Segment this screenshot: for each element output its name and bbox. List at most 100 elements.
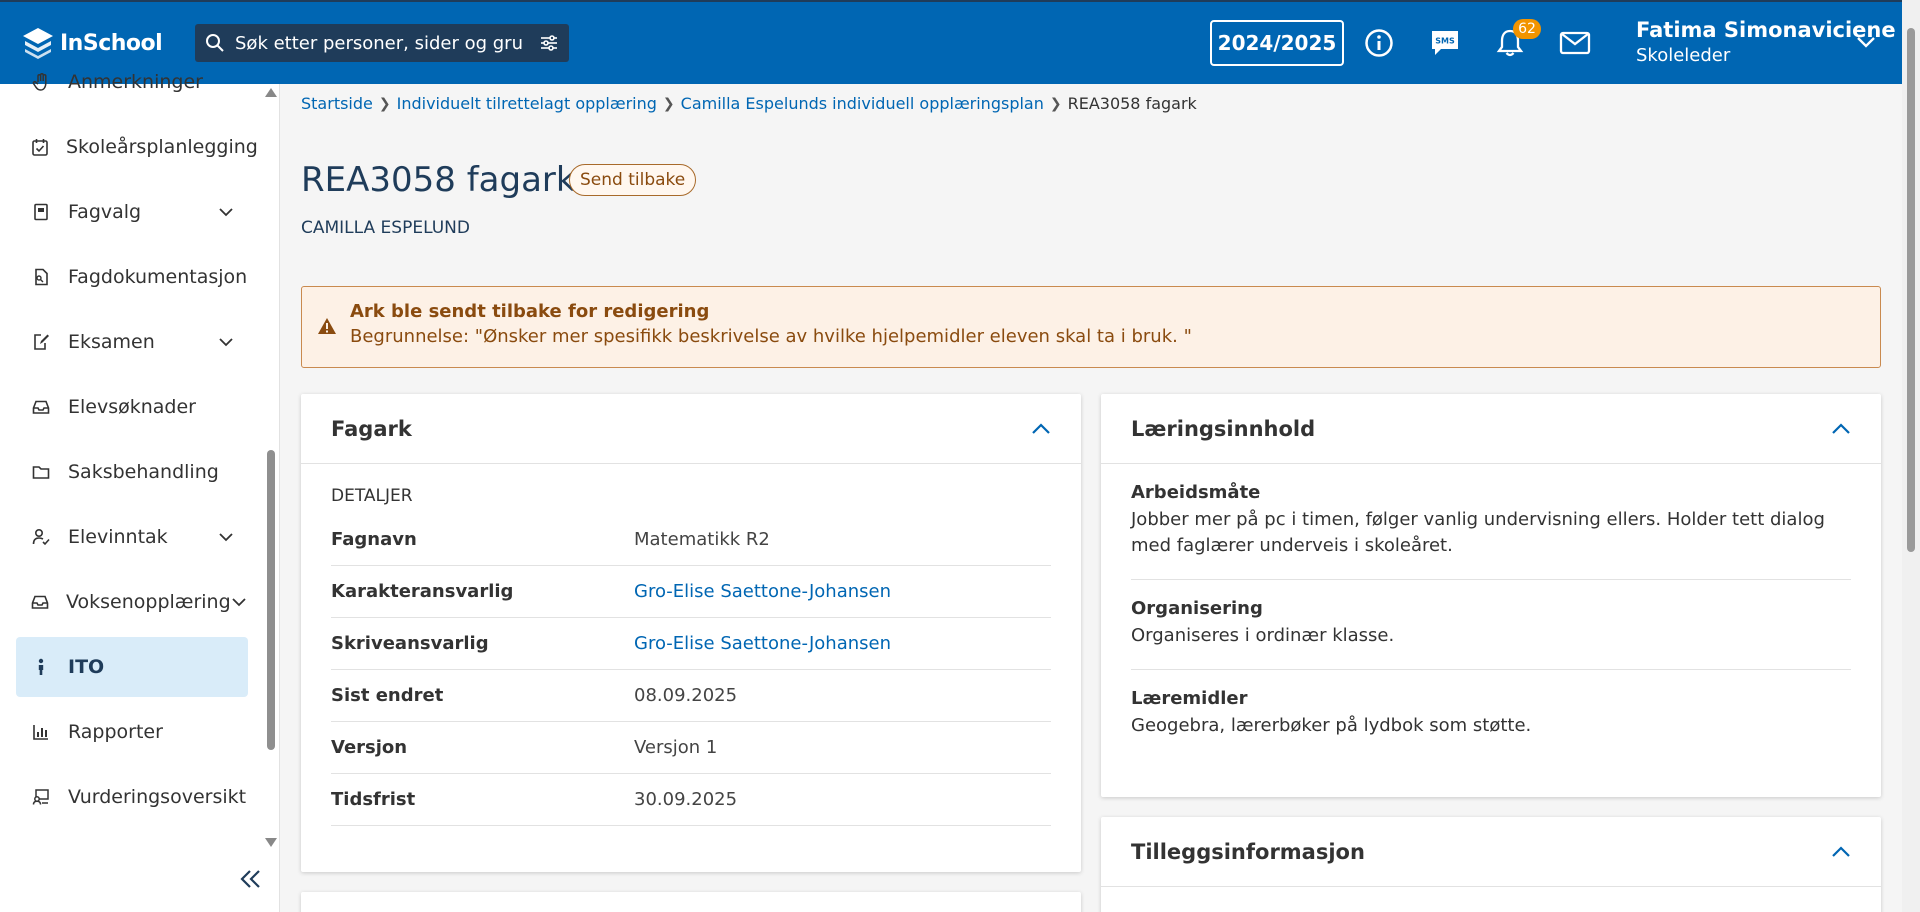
sidebar-item-label: Rapporter — [68, 721, 163, 743]
student-name: CAMILLA ESPELUND — [301, 218, 470, 238]
chevron-down-icon[interactable] — [231, 597, 247, 607]
warning-alert: Ark ble sendt tilbake for redigering Beg… — [301, 286, 1881, 368]
scroll-down-arrow-icon[interactable] — [265, 838, 277, 847]
alert-heading: Ark ble sendt tilbake for redigering — [350, 301, 710, 322]
detail-label: Versjon — [331, 737, 408, 758]
laeringsinnhold-card-title: Læringsinnhold — [1131, 416, 1316, 441]
sidebar-item-label: Eksamen — [68, 331, 155, 353]
sidebar-item-ito[interactable]: ITO — [16, 637, 248, 697]
content-section: Organisering Organiseres i ordinær klasse… — [1131, 580, 1851, 670]
person-icon — [30, 656, 52, 678]
sidebar: Anmerkninger Skoleårsplanlegging Fagvalg Fa… — [0, 71, 280, 912]
detail-label: Skriveansvarlig — [331, 633, 489, 654]
laeringsinnhold-card: Læringsinnhold Arbeidsmåte Jobber mer på … — [1101, 394, 1881, 797]
chevron-up-icon[interactable] — [1831, 845, 1851, 858]
notification-count-badge: 62 — [1513, 19, 1541, 39]
chevron-down-icon[interactable] — [218, 207, 234, 217]
sidebar-item-skoleårsplanlegging[interactable]: Skoleårsplanlegging — [16, 117, 258, 177]
breadcrumb-link[interactable]: Camilla Espelunds individuell opplærings… — [681, 94, 1044, 113]
school-year-button[interactable]: 2024/2025 — [1210, 20, 1344, 66]
detail-label: Tidsfrist — [331, 789, 416, 810]
detail-value: 30.09.2025 — [634, 789, 738, 810]
detail-row: Karakteransvarlig Gro-Elise Saettone-Joha… — [331, 566, 1051, 618]
tilleggsinformasjon-card-title: Tilleggsinformasjon — [1131, 839, 1365, 864]
sidebar-scrollbar-thumb[interactable] — [267, 450, 275, 750]
content-section-text: Geogebra, lærerbøker på lydbok som støtt… — [1131, 715, 1532, 736]
detail-value-link[interactable]: Gro-Elise Saettone-Johansen — [634, 581, 891, 602]
info-icon[interactable] — [1362, 26, 1396, 60]
sidebar-item-label: ITO — [68, 656, 105, 678]
laeringsinnhold-card-header[interactable]: Læringsinnhold — [1101, 394, 1881, 464]
sidebar-scrollbar[interactable] — [262, 84, 278, 854]
detail-row: Tidsfrist 30.09.2025 — [331, 774, 1051, 826]
sidebar-item-label: Skoleårsplanlegging — [66, 136, 258, 158]
user-check-icon — [30, 526, 52, 548]
breadcrumb-link[interactable]: Individuelt tilrettelagt opplæring — [397, 94, 657, 113]
sidebar-item-voksenopplæring[interactable]: Voksenopplæring — [16, 572, 248, 632]
details-heading: DETALJER — [331, 486, 413, 506]
sidebar-item-vurderingsoversikt[interactable]: Vurderingsoversikt — [16, 767, 248, 827]
sidebar-item-eksamen[interactable]: Eksamen — [16, 312, 248, 372]
inbox-icon — [30, 396, 52, 418]
sidebar-item-anmerkninger[interactable]: Anmerkninger — [16, 52, 248, 112]
sms-icon[interactable]: SMS — [1428, 26, 1462, 60]
detail-row: Fagnavn Matematikk R2 — [331, 514, 1051, 566]
chevron-right-icon: ❯ — [378, 95, 391, 112]
document-icon — [30, 266, 52, 288]
detail-value-link[interactable]: Gro-Elise Saettone-Johansen — [634, 633, 891, 654]
sidebar-item-label: Saksbehandling — [68, 461, 219, 483]
content-section-text: Jobber mer på pc i timen, følger vanlig … — [1131, 509, 1825, 556]
next-card — [301, 892, 1081, 912]
sidebar-item-label: Voksenopplæring — [66, 591, 231, 613]
sidebar-item-elevinntak[interactable]: Elevinntak — [16, 507, 248, 567]
calendar-check-icon — [30, 136, 50, 158]
sidebar-item-elevsøknader[interactable]: Elevsøknader — [16, 377, 248, 437]
chevron-up-icon[interactable] — [1831, 422, 1851, 435]
edit-icon — [30, 331, 52, 353]
detail-label: Karakteransvarlig — [331, 581, 514, 602]
content-section-label: Organisering — [1131, 598, 1263, 619]
sidebar-item-label: Vurderingsoversikt — [68, 786, 247, 808]
tilleggsinformasjon-card: Tilleggsinformasjon — [1101, 817, 1881, 912]
sidebar-item-saksbehandling[interactable]: Saksbehandling — [16, 442, 248, 502]
sidebar-item-label: Elevinntak — [68, 526, 168, 548]
inbox-icon — [30, 591, 50, 613]
status-badge: Send tilbake — [569, 164, 697, 196]
chevron-down-icon[interactable] — [1855, 34, 1877, 53]
bar-chart-icon — [30, 721, 52, 743]
sidebar-item-fagvalg[interactable]: Fagvalg — [16, 182, 248, 242]
sidebar-item-label: Fagvalg — [68, 201, 142, 223]
page-scrollbar[interactable] — [1902, 0, 1920, 912]
page-scrollbar-thumb[interactable] — [1907, 28, 1915, 552]
search-placeholder: Søk etter personer, sider og gru — [235, 32, 523, 54]
book-icon — [30, 201, 52, 223]
mail-icon[interactable] — [1558, 26, 1592, 60]
sidebar-item-fagdokumentasjon[interactable]: Fagdokumentasjon — [16, 247, 248, 307]
warning-triangle-icon — [317, 317, 337, 339]
collapse-sidebar-icon[interactable] — [238, 868, 264, 894]
fagark-card-header[interactable]: Fagark — [301, 394, 1081, 464]
detail-value: 08.09.2025 — [634, 685, 738, 706]
content-section: Læremidler Geogebra, lærerbøker på lydbok… — [1131, 670, 1851, 759]
chevron-down-icon[interactable] — [218, 532, 234, 542]
tilleggsinformasjon-card-header[interactable]: Tilleggsinformasjon — [1101, 817, 1881, 887]
sidebar-item-rapporter[interactable]: Rapporter — [16, 702, 248, 762]
scroll-up-arrow-icon[interactable] — [265, 88, 277, 97]
breadcrumb: Startside ❯ Individuelt tilrettelagt opp… — [301, 94, 1197, 113]
filter-icon[interactable] — [539, 33, 559, 53]
sidebar-item-label: Elevsøknader — [68, 396, 196, 418]
search-input[interactable]: Søk etter personer, sider og gru — [195, 24, 569, 62]
top-header: InSchool Søk etter personer, sider og gr… — [0, 0, 1902, 84]
chevron-down-icon[interactable] — [218, 337, 234, 347]
chevron-up-icon[interactable] — [1031, 422, 1051, 435]
breadcrumb-current: REA3058 fagark — [1067, 94, 1197, 113]
detail-row: Skriveansvarlig Gro-Elise Saettone-Johans… — [331, 618, 1051, 670]
monitor-icon — [30, 786, 52, 808]
detail-label: Fagnavn — [331, 529, 417, 550]
chevron-right-icon: ❯ — [662, 95, 675, 112]
content-section-label: Arbeidsmåte — [1131, 482, 1261, 503]
detail-row: Sist endret 08.09.2025 — [331, 670, 1051, 722]
svg-text:SMS: SMS — [1435, 37, 1455, 46]
breadcrumb-link[interactable]: Startside — [301, 94, 373, 113]
folder-icon — [30, 461, 52, 483]
